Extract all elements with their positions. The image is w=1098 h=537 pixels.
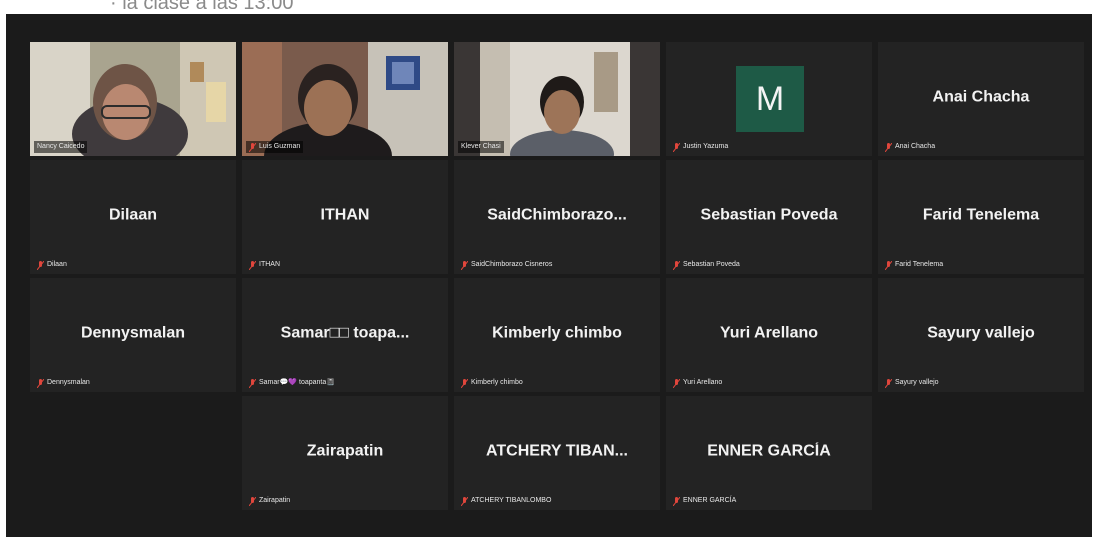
participant-label: Sebastian Poveda [670,259,743,271]
participant-tile-klever-chasi[interactable]: Klever Chasi [454,42,660,156]
participant-label: Zairapatin [246,495,293,507]
muted-mic-icon [673,142,680,152]
muted-mic-icon [673,260,680,270]
participant-label: Samar💬💜 toapanta📓 [246,377,338,389]
participant-name: Dennysmalan [80,324,186,342]
participant-tile-justin-yazuma[interactable]: M Justin Yazuma [666,42,872,156]
muted-mic-icon [673,378,680,388]
participant-label: ATCHERY TIBANLOMBO [458,495,554,507]
participant-tile-dilaan[interactable]: Dilaan Dilaan [30,160,236,274]
avatar: M [736,66,804,132]
participant-label: ENNER GARCÍA [670,495,739,507]
participant-tile-saidchimborazo[interactable]: SaidChimborazo... SaidChimborazo Cisnero… [454,160,660,274]
participant-tile-dennysmalan[interactable]: Dennysmalan Dennysmalan [30,278,236,392]
participant-tile-luis-guzman[interactable]: Luis Guzman [242,42,448,156]
muted-mic-icon [249,142,256,152]
participant-name: Kimberly chimbo [492,324,622,342]
participant-label: Dennysmalan [34,377,93,389]
participant-name: SaidChimborazo... [487,206,627,224]
muted-mic-icon [885,142,892,152]
participant-tile-enner-garcia[interactable]: ENNER GARCÍA ENNER GARCÍA [666,396,872,510]
participant-label: SaidChimborazo Cisneros [458,259,555,271]
participant-tile-atchery-tibanlombo[interactable]: ATCHERY TIBAN... ATCHERY TIBANLOMBO [454,396,660,510]
participant-label: Sayury vallejo [882,377,942,389]
participant-label: Klever Chasi [458,141,504,153]
participant-tile-sayury-vallejo[interactable]: Sayury vallejo Sayury vallejo [878,278,1084,392]
participant-tile-nancy-caicedo[interactable]: Nancy Caicedo [30,42,236,156]
gallery-view: Nancy Caicedo Luis Guzman Klever Chasi M… [6,14,1092,537]
participant-tile-samar-toapanta[interactable]: Samar□□ toapa... Samar💬💜 toapanta📓 [242,278,448,392]
top-strip: · la clase a las 13:00 [0,0,1098,14]
muted-mic-icon [249,260,256,270]
participant-label: Dilaan [34,259,70,271]
muted-mic-icon [37,260,44,270]
muted-mic-icon [461,378,468,388]
participant-name: Dilaan [108,206,157,224]
participant-tile-anai-chacha[interactable]: Anai Chacha Anai Chacha [878,42,1084,156]
muted-mic-icon [249,496,256,506]
participant-label: Justin Yazuma [670,141,731,153]
video-feed [242,42,448,156]
header-partial-text: · la clase a las 13:00 [110,0,294,14]
video-feed [454,42,660,156]
participant-name: ITHAN [320,206,370,224]
participant-name: ENNER GARCÍA [707,442,831,460]
participant-name: Zairapatin [306,442,384,460]
participant-label: Yuri Arellano [670,377,725,389]
participant-tile-zairapatin[interactable]: Zairapatin Zairapatin [242,396,448,510]
muted-mic-icon [461,496,468,506]
participant-name: Samar□□ toapa... [280,324,410,342]
participant-name: Sebastian Poveda [700,206,838,224]
muted-mic-icon [885,378,892,388]
participant-label: Anai Chacha [882,141,938,153]
muted-mic-icon [673,496,680,506]
muted-mic-icon [249,378,256,388]
participant-tile-kimberly-chimbo[interactable]: Kimberly chimbo Kimberly chimbo [454,278,660,392]
participant-name: Farid Tenelema [922,206,1040,224]
participant-tile-sebastian-poveda[interactable]: Sebastian Poveda Sebastian Poveda [666,160,872,274]
participant-label: ITHAN [246,259,283,271]
participant-tile-ithan[interactable]: ITHAN ITHAN [242,160,448,274]
participant-tile-farid-tenelema[interactable]: Farid Tenelema Farid Tenelema [878,160,1084,274]
muted-mic-icon [461,260,468,270]
participant-label: Luis Guzman [246,141,304,153]
video-feed [30,42,236,156]
participant-label: Nancy Caicedo [34,141,88,153]
participant-label: Farid Tenelema [882,259,946,271]
participant-name: Yuri Arellano [719,324,819,342]
muted-mic-icon [37,378,44,388]
participant-label: Kimberly chimbo [458,377,526,389]
participant-name: ATCHERY TIBAN... [486,442,628,460]
participant-name: Sayury vallejo [927,324,1035,342]
participant-name: Anai Chacha [932,88,1030,106]
participant-tile-yuri-arellano[interactable]: Yuri Arellano Yuri Arellano [666,278,872,392]
muted-mic-icon [885,260,892,270]
